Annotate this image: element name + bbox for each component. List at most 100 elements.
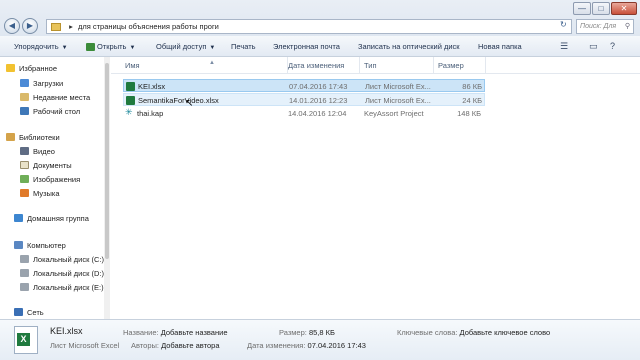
preview-pane-icon[interactable]: ▭ — [589, 41, 601, 51]
homegroup-icon — [14, 214, 23, 222]
nav-item-disk-e[interactable]: Локальный диск (E:) — [20, 282, 104, 293]
nav-item-network[interactable]: Сеть — [14, 307, 44, 318]
column-header-size[interactable]: Размер — [434, 57, 486, 74]
nav-item-label: Домашняя группа — [27, 214, 89, 223]
file-name: SemantikaForVideo.xlsx — [138, 96, 219, 105]
nav-item-disk-d[interactable]: Локальный диск (D:) — [20, 268, 104, 279]
nav-item-label: Избранное — [19, 64, 58, 73]
email-label: Электронная почта — [273, 42, 340, 51]
burn-disc-button[interactable]: Записать на оптический диск — [358, 36, 460, 57]
back-button[interactable]: ◀ — [4, 18, 20, 34]
organize-label: Упорядочить — [14, 42, 59, 51]
file-date: 07.04.2016 17:43 — [289, 82, 348, 91]
nav-item-label: Локальный диск (C:) — [33, 255, 104, 264]
nav-item-music[interactable]: Музыка — [20, 188, 60, 199]
nav-item-label: Изображения — [33, 175, 81, 184]
share-button[interactable]: Общий доступ ▼ — [156, 36, 215, 57]
search-icon: ⚲ — [624, 23, 630, 30]
nav-item-label: Загрузки — [33, 79, 64, 88]
navigation-pane: Избранное Загрузки Недавние места Рабочи… — [0, 57, 110, 319]
refresh-icon[interactable]: ↻ — [560, 20, 567, 29]
libraries-icon — [6, 133, 15, 141]
nav-item-libraries[interactable]: Библиотеки — [6, 132, 60, 143]
nav-item-favorites[interactable]: Избранное — [6, 63, 57, 74]
desktop-icon — [20, 107, 29, 115]
images-icon — [20, 175, 29, 183]
help-icon[interactable]: ? — [610, 41, 622, 51]
print-button[interactable]: Печать — [231, 36, 256, 57]
sort-arrow-icon: ▲ — [209, 60, 215, 66]
address-bar[interactable]: ▸ для страницы объяснения работы проги — [46, 19, 572, 34]
close-button[interactable]: ✕ — [611, 2, 637, 15]
title-value[interactable]: Добавьте название — [161, 328, 228, 337]
column-header-label: Имя — [125, 61, 140, 70]
file-size: 24 КБ — [462, 96, 482, 105]
nav-item-documents[interactable]: Документы — [20, 160, 72, 171]
nav-item-label: Локальный диск (D:) — [33, 269, 104, 278]
nav-item-label: Компьютер — [27, 241, 66, 250]
size-value: 85,8 КБ — [308, 328, 335, 337]
details-filename: KEI.xlsx — [50, 326, 83, 336]
file-list: Имя ▲ Дата изменения Тип Размер KEI.xlsx… — [111, 57, 640, 319]
size-label: Размер: — [279, 328, 307, 337]
nav-item-label: Локальный диск (E:) — [33, 283, 104, 292]
chevron-down-icon: ▼ — [209, 45, 216, 51]
nav-item-label: Недавние места — [33, 93, 91, 102]
minimize-button[interactable]: — — [573, 2, 591, 15]
breadcrumb-current-folder[interactable]: для страницы объяснения работы проги — [78, 22, 219, 31]
file-type: KeyAssort Project — [364, 109, 424, 118]
nav-scrollbar[interactable] — [104, 57, 110, 319]
burn-disc-label: Записать на оптический диск — [358, 42, 460, 51]
details-pane: KEI.xlsx Лист Microsoft Excel Название: … — [0, 319, 640, 360]
column-header-type[interactable]: Тип — [360, 57, 434, 74]
change-view-icon[interactable]: ☰ — [560, 41, 572, 51]
column-header-date[interactable]: Дата изменения — [284, 57, 360, 74]
mouse-cursor-icon: ↖ — [185, 98, 194, 109]
column-header-label: Размер — [438, 61, 464, 70]
nav-item-homegroup[interactable]: Домашняя группа — [14, 213, 89, 224]
file-row[interactable]: ✳ thai.kap 14.04.2016 12:04 KeyAssort Pr… — [123, 107, 485, 120]
nav-item-label: Библиотеки — [19, 133, 60, 142]
forward-button[interactable]: ▶ — [22, 18, 38, 34]
nav-item-images[interactable]: Изображения — [20, 174, 80, 185]
column-header-name[interactable]: Имя ▲ — [121, 57, 288, 74]
disk-icon — [20, 283, 29, 291]
documents-icon — [20, 161, 29, 169]
title-address-bar: — □ ✕ ◀ ▶ ▸ для страницы объяснения рабо… — [0, 0, 640, 43]
open-label: Открыть — [97, 42, 127, 51]
nav-item-label: Рабочий стол — [33, 107, 81, 116]
organize-button[interactable]: Упорядочить ▼ — [14, 36, 68, 57]
email-button[interactable]: Электронная почта — [273, 36, 340, 57]
search-input[interactable]: Поиск: Для ст... ⚲ — [576, 19, 634, 43]
nav-item-computer[interactable]: Компьютер — [14, 240, 66, 251]
modified-value: 07.04.2016 17:43 — [307, 341, 366, 350]
file-type: Лист Microsoft Ex... — [365, 82, 431, 91]
nav-item-recent[interactable]: Недавние места — [20, 92, 90, 103]
chevron-down-icon: ▼ — [129, 45, 136, 51]
file-type: Лист Microsoft Ex... — [365, 96, 431, 105]
nav-item-downloads[interactable]: Загрузки — [20, 78, 63, 89]
excel-icon — [86, 43, 95, 52]
maximize-button[interactable]: □ — [592, 2, 610, 15]
nav-item-disk-c[interactable]: Локальный диск (C:) — [20, 254, 104, 265]
authors-value[interactable]: Добавьте автора — [161, 341, 219, 350]
share-label: Общий доступ — [156, 42, 207, 51]
nav-item-desktop[interactable]: Рабочий стол — [20, 106, 80, 117]
file-name: KEI.xlsx — [138, 82, 166, 91]
file-date: 14.04.2016 12:04 — [288, 109, 347, 118]
details-filetype: Лист Microsoft Excel — [50, 341, 120, 350]
nav-scrollbar-thumb[interactable] — [105, 63, 109, 259]
file-row[interactable]: SemantikaForVideo.xlsx 14.01.2016 12:23 … — [123, 93, 485, 106]
print-label: Печать — [231, 42, 256, 51]
open-button[interactable]: Открыть ▼ — [86, 36, 135, 57]
music-icon — [20, 189, 29, 197]
file-size: 86 КБ — [462, 82, 482, 91]
nav-item-label: Видео — [33, 147, 55, 156]
new-folder-button[interactable]: Новая папка — [478, 36, 522, 57]
file-row[interactable]: KEI.xlsx 07.04.2016 17:43 Лист Microsoft… — [123, 79, 485, 92]
downloads-icon — [20, 79, 29, 87]
keywords-value[interactable]: Добавьте ключевое слово — [460, 328, 551, 337]
nav-item-video[interactable]: Видео — [20, 146, 55, 157]
nav-item-label: Сеть — [27, 308, 44, 317]
keywords-label: Ключевые слова: — [397, 328, 458, 337]
